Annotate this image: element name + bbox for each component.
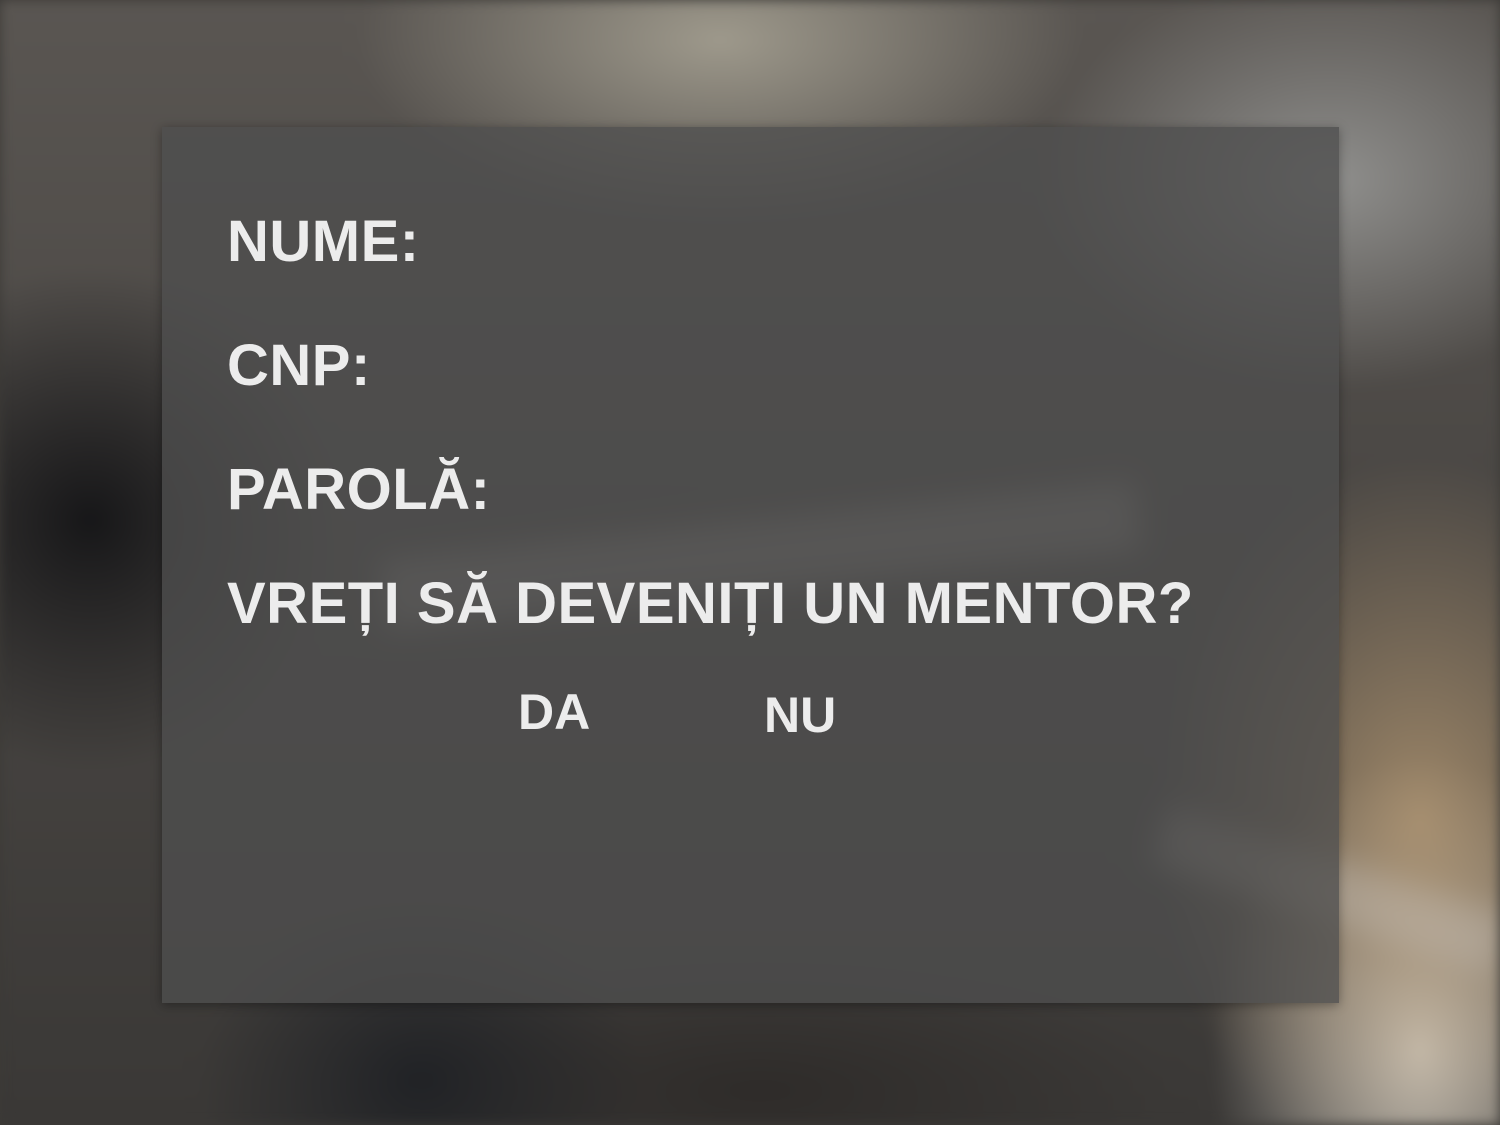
cnp-label: CNP: — [227, 333, 371, 398]
name-label: NUME: — [227, 209, 420, 274]
mentor-question: VREȚI SĂ DEVENIȚI UN MENTOR? — [227, 571, 1194, 636]
yes-button[interactable]: DA — [518, 687, 590, 737]
no-button[interactable]: NU — [764, 690, 836, 740]
mentor-signup-panel: NUME: CNP: PAROLĂ: VREȚI SĂ DEVENIȚI UN … — [162, 127, 1339, 1003]
password-label: PAROLĂ: — [227, 457, 491, 522]
